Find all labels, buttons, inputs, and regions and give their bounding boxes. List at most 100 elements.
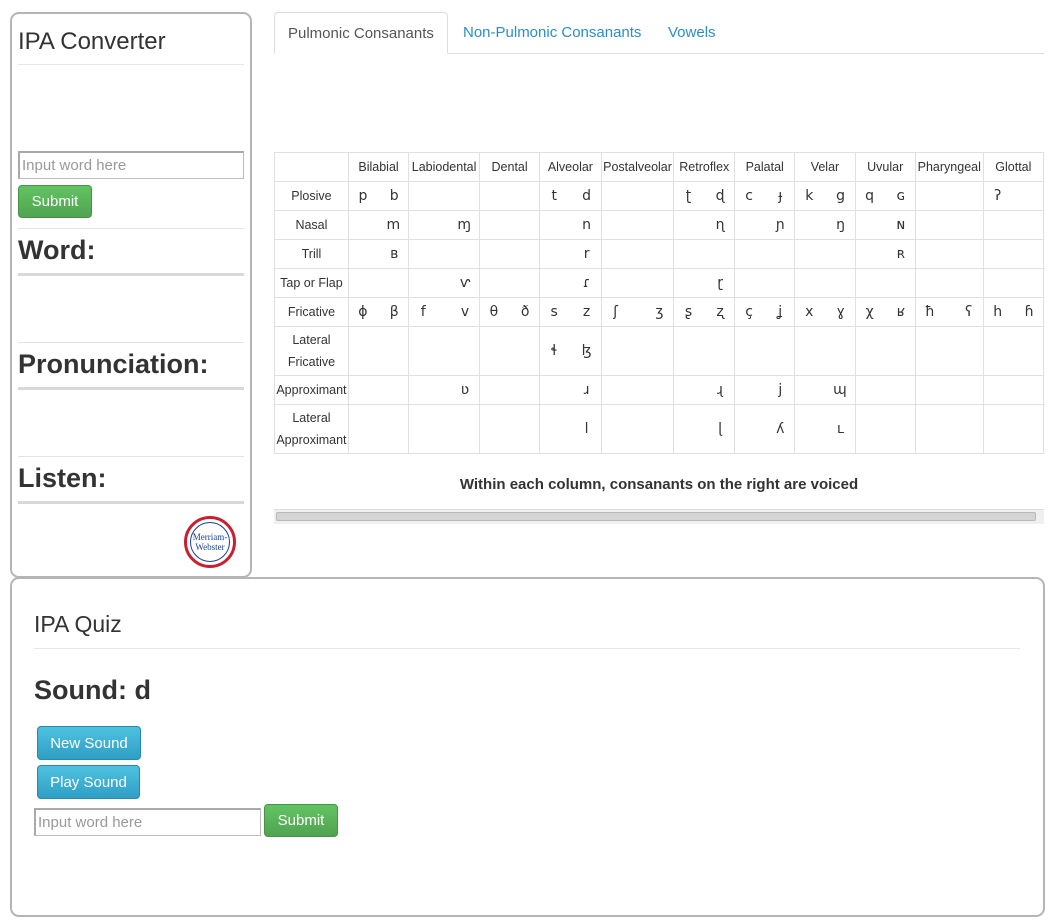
voiced-symbol[interactable]: ʒ <box>653 304 665 320</box>
voiced-symbol[interactable]: ɱ <box>457 217 471 233</box>
voiced-symbol[interactable]: ʀ <box>895 246 907 262</box>
voiced-symbol[interactable]: ʁ <box>895 304 907 320</box>
logo-line-1: Merriam- <box>192 532 228 542</box>
voiced-symbol[interactable]: ʎ <box>774 421 786 437</box>
voiceless-symbol[interactable] <box>682 275 694 291</box>
voiceless-symbol[interactable]: ħ <box>924 304 936 320</box>
column-header: Bilabial <box>347 152 410 182</box>
voiceless-symbol[interactable] <box>417 217 429 233</box>
voiceless-symbol[interactable] <box>548 217 560 233</box>
voiceless-symbol[interactable]: ʂ <box>682 304 694 320</box>
merriam-webster-logo[interactable]: Merriam- Webster <box>184 516 236 568</box>
voiced-symbol[interactable] <box>1023 188 1035 204</box>
voiced-symbol[interactable]: l <box>581 421 593 437</box>
voiceless-symbol[interactable]: χ <box>864 304 876 320</box>
voiceless-symbol[interactable]: ɸ <box>357 304 369 320</box>
voiceless-symbol[interactable]: t <box>548 188 560 204</box>
converter-word-input[interactable] <box>18 151 244 179</box>
quiz-answer-input[interactable] <box>34 808 261 836</box>
voiceless-symbol[interactable]: ʈ <box>682 188 694 204</box>
voiceless-symbol[interactable] <box>743 421 755 437</box>
voiced-symbol[interactable]: ŋ <box>835 217 847 233</box>
voiced-symbol[interactable]: ɽ <box>714 275 726 291</box>
voiced-symbol[interactable]: z <box>581 304 593 320</box>
voiced-symbol[interactable]: ʝ <box>774 304 786 320</box>
ipa-cell: ʟ <box>794 404 856 454</box>
voiced-symbol[interactable]: ɾ <box>581 275 593 291</box>
voiced-symbol[interactable]: j <box>774 382 786 398</box>
play-sound-button[interactable]: Play Sound <box>37 765 140 799</box>
voiced-symbol[interactable]: ʟ <box>835 421 847 437</box>
voiceless-symbol[interactable] <box>803 217 815 233</box>
voiceless-symbol[interactable] <box>548 275 560 291</box>
voiceless-symbol[interactable] <box>357 217 369 233</box>
voiceless-symbol[interactable] <box>357 246 369 262</box>
voiced-symbol[interactable]: ɲ <box>774 217 786 233</box>
tab-vowels[interactable]: Vowels <box>668 12 716 53</box>
voiceless-symbol[interactable] <box>864 246 876 262</box>
voiced-symbol[interactable]: ɟ <box>774 188 786 204</box>
voiceless-symbol[interactable]: p <box>357 188 369 204</box>
voiced-symbol[interactable]: n <box>581 217 593 233</box>
voiceless-symbol[interactable]: ʃ <box>610 304 622 320</box>
voiced-symbol[interactable]: g <box>835 188 847 204</box>
voiced-symbol[interactable]: ɹ <box>581 382 593 398</box>
table-horizontal-scrollbar[interactable] <box>274 509 1044 524</box>
voiceless-symbol[interactable]: q <box>864 188 876 204</box>
voiceless-symbol[interactable]: x <box>803 304 815 320</box>
voiceless-symbol[interactable] <box>548 421 560 437</box>
voiceless-symbol[interactable] <box>682 382 694 398</box>
voiceless-symbol[interactable]: k <box>803 188 815 204</box>
voiced-symbol[interactable]: r <box>581 246 593 262</box>
voiced-symbol[interactable]: d <box>581 188 593 204</box>
voiceless-symbol[interactable]: h <box>992 304 1004 320</box>
voiced-symbol[interactable]: ɴ <box>895 217 907 233</box>
voiced-symbol[interactable]: b <box>388 188 400 204</box>
converter-submit-button[interactable]: Submit <box>18 185 92 218</box>
quiz-submit-button[interactable]: Submit <box>264 804 338 837</box>
voiced-symbol[interactable]: ɦ <box>1023 304 1035 320</box>
voiceless-symbol[interactable] <box>548 246 560 262</box>
voiceless-symbol[interactable]: θ <box>488 304 500 320</box>
voiceless-symbol[interactable] <box>548 382 560 398</box>
voiced-symbol[interactable]: ɢ <box>895 188 907 204</box>
voiced-symbol[interactable]: ʕ <box>963 304 975 320</box>
tab-pulmonic-consonants[interactable]: Pulmonic Consanants <box>274 12 448 54</box>
voiceless-symbol[interactable] <box>803 382 815 398</box>
voiceless-symbol[interactable]: s <box>548 304 560 320</box>
voiceless-symbol[interactable] <box>682 217 694 233</box>
voiceless-symbol[interactable]: ç <box>743 304 755 320</box>
voiced-symbol[interactable]: v <box>459 304 471 320</box>
voiceless-symbol[interactable]: c <box>743 188 755 204</box>
voiced-symbol[interactable]: ɮ <box>581 343 593 359</box>
voiceless-symbol[interactable]: ʔ <box>992 188 1004 204</box>
voiced-symbol[interactable]: ⱱ <box>459 275 471 291</box>
voiced-symbol[interactable]: ɭ <box>714 421 726 437</box>
ipa-cell: ɻ <box>673 375 736 405</box>
voiced-symbol[interactable]: ɣ <box>835 304 847 320</box>
scrollbar-thumb[interactable] <box>276 512 1036 521</box>
voiceless-symbol[interactable] <box>743 382 755 398</box>
new-sound-button[interactable]: New Sound <box>37 726 141 760</box>
voiced-symbol[interactable]: ɳ <box>714 217 726 233</box>
voiced-symbol[interactable]: ʐ <box>714 304 726 320</box>
tab-non-pulmonic-consonants[interactable]: Non-Pulmonic Consanants <box>463 12 641 53</box>
voiceless-symbol[interactable] <box>417 382 429 398</box>
voiced-symbol[interactable]: m <box>387 217 401 233</box>
voiced-symbol[interactable]: ɻ <box>714 382 726 398</box>
ipa-cell: m <box>347 210 410 240</box>
voiceless-symbol[interactable] <box>864 217 876 233</box>
voiceless-symbol[interactable] <box>682 421 694 437</box>
voiceless-symbol[interactable]: f <box>417 304 429 320</box>
voiceless-symbol[interactable] <box>743 217 755 233</box>
voiceless-symbol[interactable] <box>803 421 815 437</box>
voiceless-symbol[interactable] <box>417 275 429 291</box>
ipa-cell: j <box>734 375 796 405</box>
voiced-symbol[interactable]: ʙ <box>388 246 400 262</box>
voiced-symbol[interactable]: ð <box>519 304 531 320</box>
voiced-symbol[interactable]: ʋ <box>459 382 471 398</box>
voiced-symbol[interactable]: ɖ <box>714 188 726 204</box>
voiced-symbol[interactable]: β <box>388 304 400 320</box>
voiced-symbol[interactable]: ɰ <box>833 382 847 398</box>
voiceless-symbol[interactable]: ɬ <box>548 343 560 359</box>
